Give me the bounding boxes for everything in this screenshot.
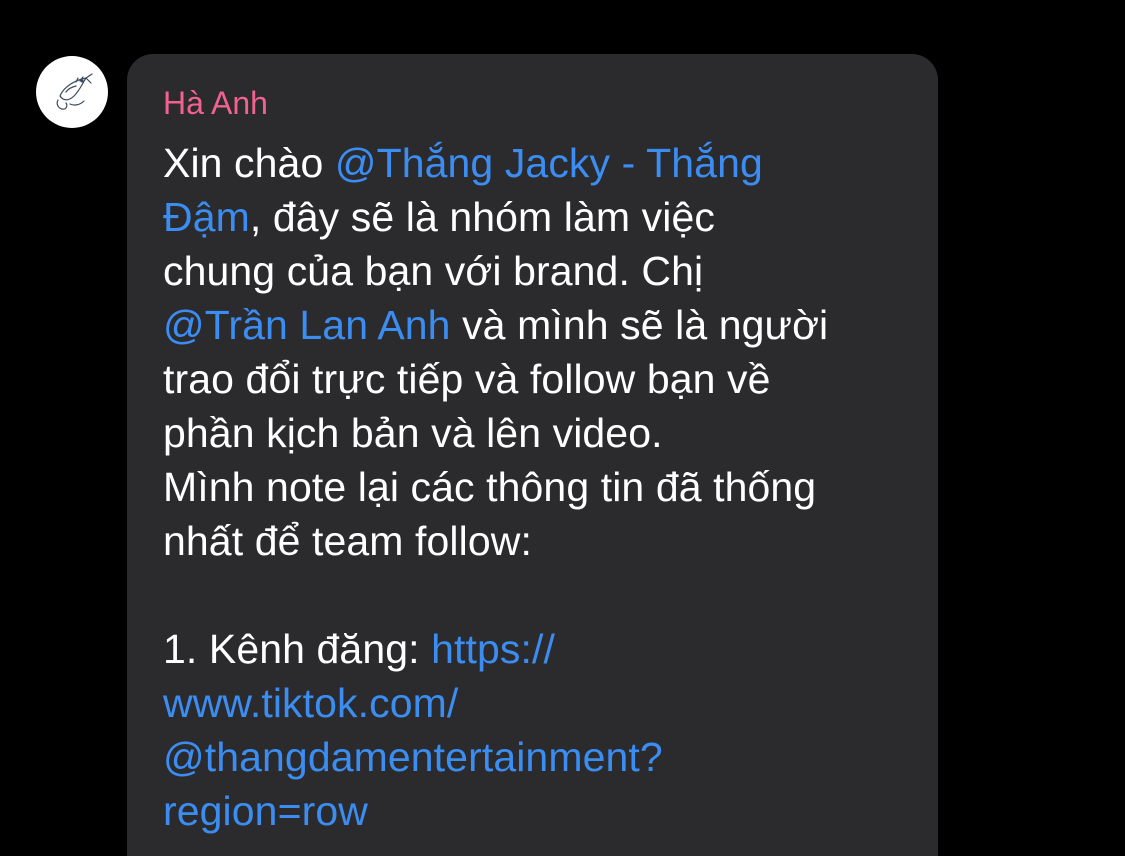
item-1-label: 1. Kênh đăng: bbox=[163, 626, 432, 672]
message-line-7: Mình note lại các thông tin đã thống bbox=[163, 464, 817, 510]
message-line-3: chung của bạn với brand. Chị bbox=[163, 248, 704, 294]
tiktok-link-part-3[interactable]: @thangdamentertainment? bbox=[163, 730, 908, 784]
tiktok-link-part-1[interactable]: https:// bbox=[431, 626, 555, 672]
message-line-5: trao đổi trực tiếp và follow bạn về bbox=[163, 356, 771, 402]
message-text: Xin chào @Thắng Jacky - Thắng Đậm, đây s… bbox=[163, 136, 908, 838]
line-4-text: và mình sẽ là người bbox=[450, 302, 829, 348]
fish-sketch-icon bbox=[56, 73, 93, 110]
chat-screen: Hà Anh Xin chào @Thắng Jacky - Thắng Đậm… bbox=[0, 0, 1125, 856]
tiktok-link-part-2[interactable]: www.tiktok.com/ bbox=[163, 676, 908, 730]
message-line-2: Đậm, đây sẽ là nhóm làm việc bbox=[163, 190, 908, 244]
message-line-8: nhất để team follow: bbox=[163, 518, 532, 564]
mention-tran-lan-anh[interactable]: @Trần Lan Anh bbox=[163, 302, 451, 348]
mention-thang-jacky-cont[interactable]: Đậm bbox=[163, 194, 250, 240]
greeting-text: Xin chào bbox=[163, 140, 335, 186]
message-line-6: phần kịch bản và lên video. bbox=[163, 410, 663, 456]
message-line-1: Xin chào @Thắng Jacky - Thắng bbox=[163, 136, 908, 190]
message-line-item-1: 1. Kênh đăng: https:// bbox=[163, 622, 908, 676]
line-2-text: , đây sẽ là nhóm làm việc bbox=[249, 194, 715, 240]
message-line-4: @Trần Lan Anh và mình sẽ là người bbox=[163, 298, 908, 352]
tiktok-link-part-4[interactable]: region=row bbox=[163, 784, 908, 838]
mention-thang-jacky[interactable]: @Thắng Jacky - Thắng bbox=[335, 140, 763, 186]
sender-name: Hà Anh bbox=[163, 85, 268, 121]
sender-avatar[interactable] bbox=[36, 56, 108, 128]
message-bubble[interactable]: Hà Anh Xin chào @Thắng Jacky - Thắng Đậm… bbox=[127, 54, 938, 856]
